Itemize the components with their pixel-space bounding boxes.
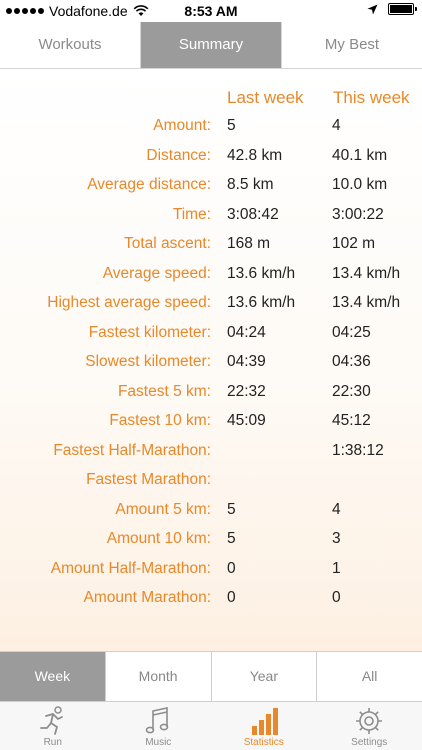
stat-label: Amount Half-Marathon:	[50, 559, 211, 577]
stat-this-week-value: 10.0 km	[332, 176, 388, 193]
stat-this-week-value: 13.4 km/h	[332, 264, 401, 282]
stat-this-week-value: 102 m	[332, 235, 376, 252]
stat-row: Total ascent: 168 m 102 m	[0, 235, 422, 259]
stat-row: Fastest 5 km: 22:32 22:30	[0, 383, 422, 407]
stat-last-week-value: 22:32	[227, 382, 266, 400]
header-this-week: This week	[333, 88, 410, 107]
stat-this-week-value: 22:30	[332, 382, 371, 400]
stat-label: Average speed:	[102, 264, 211, 282]
stat-last-week-value: 04:24	[227, 323, 266, 341]
top-segmented-control: Workouts Summary My Best	[0, 22, 422, 69]
stat-row: Amount 5 km: 5 4	[0, 501, 422, 525]
period-all[interactable]: All	[317, 652, 422, 701]
stat-last-week-value: 8.5 km	[227, 176, 274, 193]
stat-this-week-value: 0	[332, 589, 341, 606]
stat-last-week-value: 3:08:42	[227, 205, 279, 223]
stat-label: Fastest Half-Marathon:	[53, 441, 211, 459]
stat-this-week-value: 45:12	[332, 412, 371, 429]
stat-row: Time: 3:08:42 3:00:22	[0, 206, 422, 230]
period-segmented-control: Week Month Year All	[0, 651, 422, 701]
stat-last-week-value: 13.6 km/h	[227, 264, 296, 282]
stat-this-week-value: 04:36	[332, 353, 371, 370]
stat-label: Amount 5 km:	[115, 500, 211, 518]
stat-row: Fastest Marathon:	[0, 471, 422, 495]
tab-my-best[interactable]: My Best	[282, 22, 422, 68]
stat-row: Average speed: 13.6 km/h 13.4 km/h	[0, 265, 422, 289]
music-note-icon	[145, 707, 169, 734]
stat-row: Slowest kilometer: 04:39 04:36	[0, 353, 422, 377]
stat-this-week-value: 3	[332, 530, 341, 547]
runner-icon	[39, 706, 63, 735]
location-arrow-icon	[367, 4, 378, 14]
stat-row: Amount Marathon: 0 0	[0, 589, 422, 613]
stat-label: Average distance:	[87, 176, 211, 193]
stat-label: Highest average speed:	[47, 294, 211, 311]
tabbar-run[interactable]: Run	[0, 702, 106, 750]
stat-last-week-value: 5	[227, 530, 236, 547]
period-year[interactable]: Year	[212, 652, 318, 701]
status-bar: Vodafone.de 8:53 AM	[0, 0, 422, 22]
stat-label: Slowest kilometer:	[85, 353, 211, 370]
period-month[interactable]: Month	[106, 652, 212, 701]
tabbar-settings[interactable]: Settings	[317, 702, 422, 750]
stat-this-week-value: 04:25	[332, 323, 371, 341]
stat-row: Amount Half-Marathon: 0 1	[0, 560, 422, 584]
stat-last-week-value: 42.8 km	[227, 146, 283, 164]
stat-last-week-value: 0	[227, 589, 236, 606]
stat-last-week-value: 04:39	[227, 353, 266, 370]
stat-last-week-value: 0	[227, 559, 236, 577]
stat-label: Amount:	[153, 117, 211, 134]
stat-last-week-value: 168 m	[227, 235, 271, 252]
stat-label: Amount 10 km:	[106, 530, 211, 547]
period-week[interactable]: Week	[0, 652, 106, 701]
stat-last-week-value: 13.6 km/h	[227, 294, 296, 311]
stat-last-week-value: 45:09	[227, 412, 266, 429]
battery-icon	[388, 3, 417, 15]
summary-panel: Last week This week Amount: 5 4 Distance: 42…	[0, 69, 422, 651]
tab-summary[interactable]: Summary	[141, 22, 282, 68]
stat-row: Average distance: 8.5 km 10.0 km	[0, 176, 422, 200]
tabbar-music-label: Music	[145, 737, 172, 748]
tabbar-settings-label: Settings	[351, 737, 388, 748]
stat-row: Highest average speed: 13.6 km/h 13.4 km/h	[0, 294, 422, 318]
stat-label: Distance:	[146, 146, 211, 164]
stat-last-week-value: 5	[227, 117, 236, 134]
tabbar-run-label: Run	[43, 737, 62, 748]
stat-label: Fastest 5 km:	[117, 382, 211, 400]
stat-row: Distance: 42.8 km 40.1 km	[0, 147, 422, 171]
stat-label: Total ascent:	[123, 235, 211, 252]
stat-row: Fastest Half-Marathon: 1:38:12	[0, 442, 422, 466]
tabbar-music[interactable]: Music	[106, 702, 212, 750]
bar-chart-icon	[251, 708, 278, 735]
stat-this-week-value: 1	[332, 559, 341, 577]
stat-row: Amount: 5 4	[0, 117, 422, 141]
tabbar-statistics[interactable]: Statistics	[211, 702, 317, 750]
stat-label: Time:	[172, 205, 211, 223]
stat-this-week-value: 13.4 km/h	[332, 294, 401, 311]
bottom-tab-bar: Run Music Statistics Settings	[0, 701, 422, 750]
stat-row: Fastest 10 km: 45:09 45:12	[0, 412, 422, 436]
tabbar-statistics-label: Statistics	[243, 737, 284, 748]
stat-label: Fastest kilometer:	[88, 323, 211, 341]
stat-label: Fastest 10 km:	[109, 412, 211, 429]
stat-last-week-value: 5	[227, 500, 236, 518]
status-time: 8:53 AM	[184, 3, 238, 19]
gear-icon	[356, 708, 383, 734]
stat-this-week-value: 4	[332, 500, 341, 518]
stat-row: Fastest kilometer: 04:24 04:25	[0, 324, 422, 348]
stat-this-week-value: 3:00:22	[332, 205, 384, 223]
stat-row: Amount 10 km: 5 3	[0, 530, 422, 554]
stat-label: Amount Marathon:	[83, 589, 211, 606]
tab-workouts[interactable]: Workouts	[0, 22, 141, 68]
stat-this-week-value: 4	[332, 117, 341, 134]
stat-label: Fastest Marathon:	[86, 471, 211, 488]
stat-this-week-value: 1:38:12	[332, 441, 384, 459]
stat-this-week-value: 40.1 km	[332, 146, 388, 164]
header-last-week: Last week	[227, 88, 304, 107]
